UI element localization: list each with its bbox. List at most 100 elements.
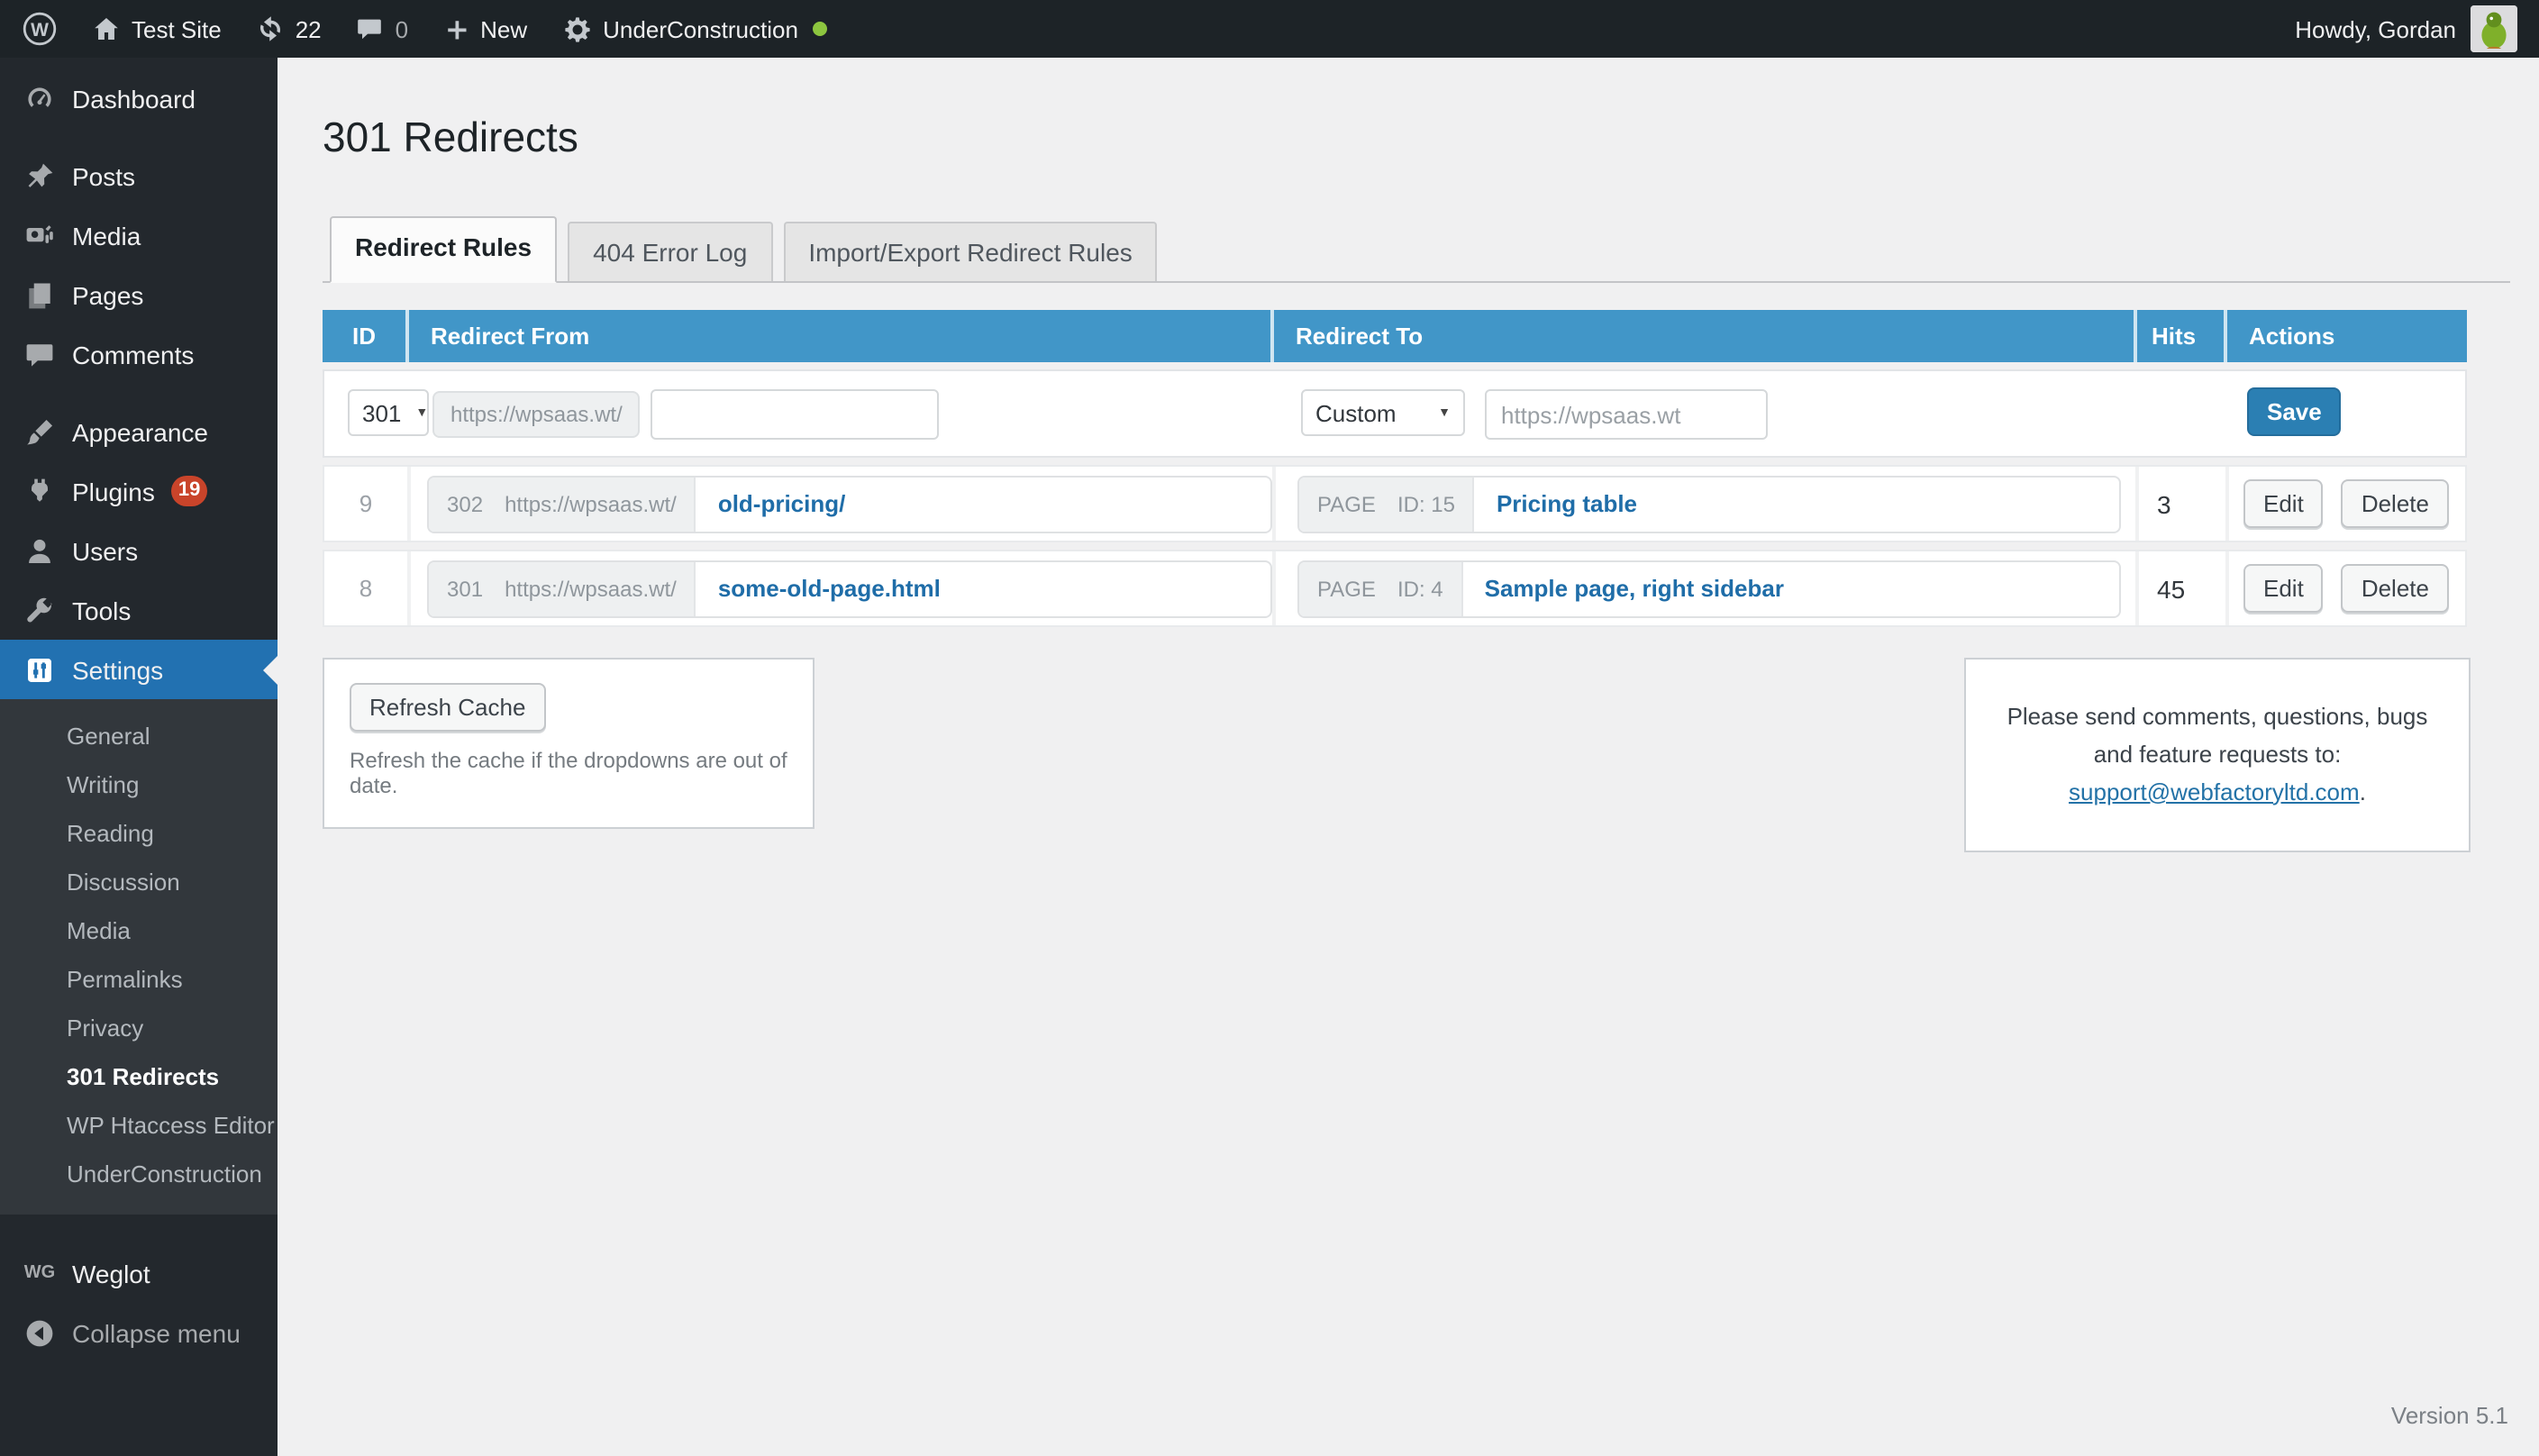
weglot-icon: WG — [23, 1263, 56, 1283]
support-email-link[interactable]: support@webfactoryltd.com — [2069, 778, 2360, 805]
delete-button[interactable]: Delete — [2341, 479, 2449, 528]
plugin-icon — [23, 475, 56, 507]
tab-404-error-log[interactable]: 404 Error Log — [568, 222, 773, 281]
submenu-item-writing[interactable]: Writing — [0, 760, 278, 809]
table-row: 9 302 https://wpsaas.wt/ old-pricing/ PA… — [323, 465, 2467, 542]
redirect-to-type-value: Custom — [1315, 399, 1397, 426]
submenu-item-wp-htaccess-editor[interactable]: WP Htaccess Editor — [0, 1101, 278, 1150]
sidebar-item-plugins[interactable]: Plugins 19 — [0, 461, 278, 521]
account-menu[interactable]: Howdy, Gordan — [2295, 5, 2517, 52]
submenu-item-underconstruction[interactable]: UnderConstruction — [0, 1150, 278, 1198]
sidebar-item-appearance[interactable]: Appearance — [0, 402, 278, 461]
admin-bar: W Test Site 22 0 New UnderConstruction H… — [0, 0, 2539, 58]
sidebar-item-media[interactable]: Media — [0, 205, 278, 265]
submenu-item-media[interactable]: Media — [0, 906, 278, 955]
refresh-cache-note: Refresh the cache if the dropdowns are o… — [350, 748, 787, 798]
redirect-code-select[interactable]: 301 — [348, 389, 429, 436]
gear-icon — [561, 14, 592, 44]
submenu-item-general[interactable]: General — [0, 712, 278, 760]
sidebar-label: Appearance — [72, 417, 209, 446]
wrench-icon — [23, 594, 56, 626]
tab-redirect-rules[interactable]: Redirect Rules — [330, 216, 558, 283]
redirect-from-addon: 302 https://wpsaas.wt/ — [429, 477, 696, 531]
sidebar-item-tools[interactable]: Tools — [0, 580, 278, 640]
site-name: Test Site — [132, 15, 222, 42]
svg-text:W: W — [31, 20, 49, 41]
main-content: 301 Redirects Redirect Rules 404 Error L… — [278, 58, 2539, 1456]
delete-button[interactable]: Delete — [2341, 564, 2449, 613]
save-button[interactable]: Save — [2247, 387, 2342, 436]
redirect-from-link[interactable]: old-pricing/ — [696, 490, 868, 517]
redirect-to-addon: PAGE ID: 15 — [1299, 477, 1475, 531]
updates-link[interactable]: 22 — [256, 14, 322, 43]
sidebar-item-pages[interactable]: Pages — [0, 265, 278, 324]
sidebar-label: Pages — [72, 280, 144, 309]
menu-separator — [0, 128, 278, 146]
underconstruction-menu[interactable]: UnderConstruction — [561, 14, 827, 44]
comment-bubble-icon — [23, 338, 56, 370]
sidebar-label: Media — [72, 221, 141, 250]
settings-submenu: General Writing Reading Discussion Media… — [0, 699, 278, 1215]
tab-bar: Redirect Rules 404 Error Log Import/Expo… — [323, 216, 2510, 283]
submenu-item-discussion[interactable]: Discussion — [0, 858, 278, 906]
redirect-to-link[interactable]: Pricing table — [1475, 490, 1659, 517]
redirect-to-field[interactable]: PAGE ID: 4 Sample page, right sidebar — [1297, 560, 2121, 617]
column-header-hits: Hits — [2134, 310, 2224, 362]
redirect-code: 301 — [447, 576, 484, 601]
support-text-line2: and feature requests to: — [2093, 740, 2342, 768]
pin-icon — [23, 159, 56, 192]
refresh-cache-button[interactable]: Refresh Cache — [350, 683, 546, 732]
redirect-from-field[interactable]: 301 https://wpsaas.wt/ some-old-page.htm… — [427, 560, 1272, 617]
table-row: 8 301 https://wpsaas.wt/ some-old-page.h… — [323, 550, 2467, 627]
plugin-version: Version 5.1 — [2390, 1402, 2508, 1429]
column-header-actions: Actions — [2224, 310, 2463, 362]
submenu-item-permalinks[interactable]: Permalinks — [0, 955, 278, 1004]
howdy-text: Howdy, Gordan — [2295, 15, 2456, 42]
sidebar-item-dashboard[interactable]: Dashboard — [0, 68, 278, 128]
collapse-arrow-icon — [23, 1316, 56, 1349]
menu-separator — [0, 384, 278, 402]
sidebar-item-posts[interactable]: Posts — [0, 146, 278, 205]
updates-icon — [256, 14, 285, 43]
site-name-link[interactable]: Test Site — [92, 14, 222, 43]
comment-bubble-icon — [356, 14, 385, 43]
collapse-menu-button[interactable]: Collapse menu — [0, 1303, 278, 1362]
redirect-to-input[interactable] — [1485, 389, 1768, 440]
sidebar-label: Weglot — [72, 1259, 150, 1288]
sidebar-item-settings[interactable]: Settings — [0, 640, 278, 699]
redirect-prefix: https://wpsaas.wt/ — [505, 576, 677, 601]
sidebar-label: Settings — [72, 655, 164, 684]
support-text-suffix: . — [2359, 778, 2366, 805]
submenu-item-reading[interactable]: Reading — [0, 809, 278, 858]
redirect-to-type-select[interactable]: Custom — [1301, 389, 1465, 436]
redirect-to-field[interactable]: PAGE ID: 15 Pricing table — [1297, 475, 2121, 532]
wordpress-logo-menu[interactable]: W — [22, 11, 58, 47]
comments-link[interactable]: 0 — [356, 14, 408, 43]
edit-button[interactable]: Edit — [2243, 479, 2324, 528]
column-header-id: ID — [352, 323, 376, 350]
plugins-update-badge: 19 — [170, 476, 208, 506]
row-id: 9 — [359, 490, 373, 517]
redirect-code-value: 301 — [362, 399, 402, 426]
redirect-from-input[interactable] — [651, 389, 939, 440]
redirect-to-link[interactable]: Sample page, right sidebar — [1463, 575, 1806, 602]
sidebar-item-users[interactable]: Users — [0, 521, 278, 580]
edit-button[interactable]: Edit — [2243, 564, 2324, 613]
sidebar-item-weglot[interactable]: WG Weglot — [0, 1243, 278, 1303]
redirects-table: ID Redirect From Redirect To Hits Action… — [323, 310, 2467, 627]
admin-sidebar: Dashboard Posts Media Pages Comments App… — [0, 58, 278, 1456]
table-header-row: ID Redirect From Redirect To Hits Action… — [323, 310, 2467, 362]
submenu-item-301-redirects[interactable]: 301 Redirects — [0, 1052, 278, 1101]
new-redirect-row: 301 https://wpsaas.wt/ Custom Save — [323, 369, 2467, 458]
sidebar-label: Posts — [72, 161, 136, 190]
dashboard-icon — [23, 82, 56, 114]
submenu-item-privacy[interactable]: Privacy — [0, 1004, 278, 1052]
new-content-menu[interactable]: New — [442, 15, 527, 42]
sidebar-item-comments[interactable]: Comments — [0, 324, 278, 384]
redirect-from-field[interactable]: 302 https://wpsaas.wt/ old-pricing/ — [427, 475, 1272, 532]
redirect-from-link[interactable]: some-old-page.html — [696, 575, 962, 602]
tab-import-export[interactable]: Import/Export Redirect Rules — [783, 222, 1158, 281]
brush-icon — [23, 415, 56, 448]
settings-sliders-icon — [23, 653, 56, 686]
support-text-line1: Please send comments, questions, bugs — [2007, 703, 2428, 730]
